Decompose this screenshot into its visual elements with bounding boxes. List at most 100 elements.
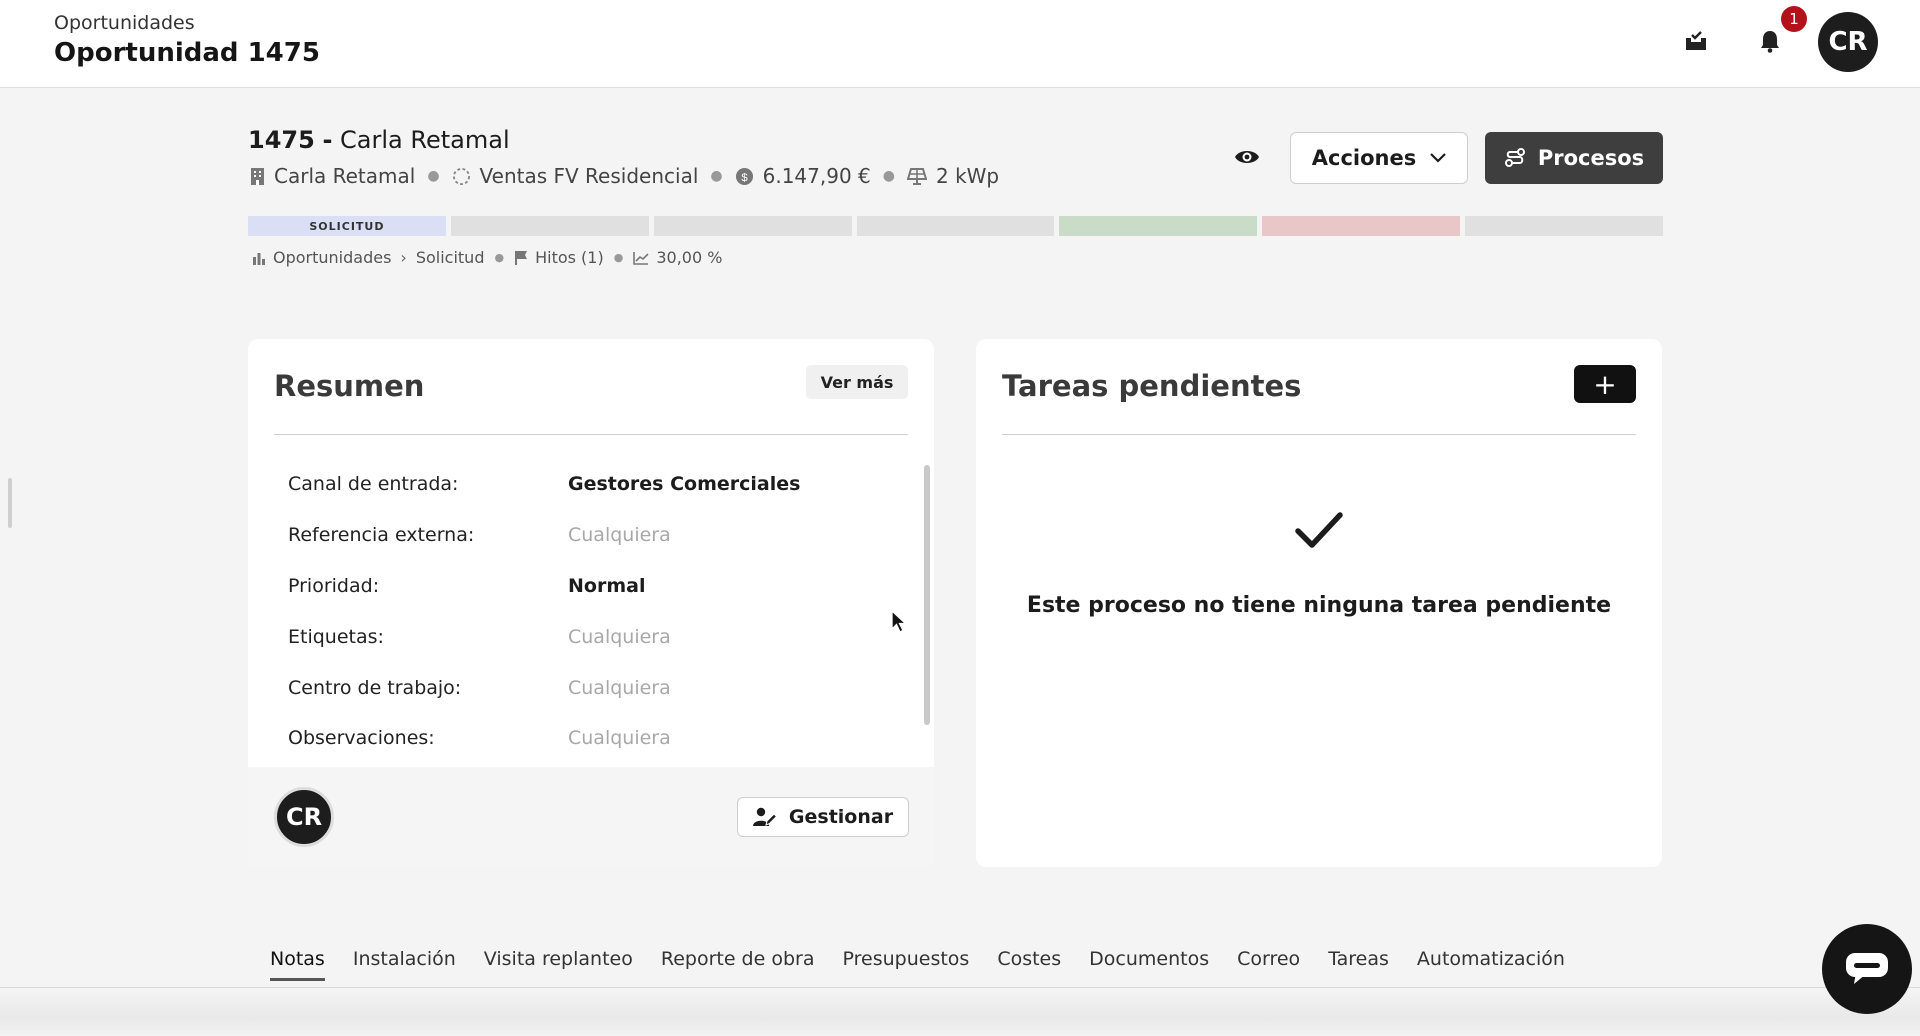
stage-segment[interactable]: [1465, 216, 1664, 236]
record-title: 1475 - Carla Retamal: [248, 126, 510, 154]
summary-row: Etiquetas: Cualquiera: [288, 611, 848, 662]
chat-button[interactable]: [1822, 924, 1912, 1014]
summary-fields: Canal de entrada: Gestores Comerciales Ref…: [288, 459, 848, 764]
page-title: Oportunidad 1475: [54, 38, 320, 68]
manage-button[interactable]: Gestionar: [737, 797, 909, 837]
meta-amount: $ 6.147,90 €: [735, 164, 871, 188]
scrollbar-thumb[interactable]: [924, 465, 930, 725]
see-more-button[interactable]: Ver más: [806, 365, 908, 399]
submeta-milestones[interactable]: Hitos (1): [514, 248, 604, 267]
submeta-probability-label: 30,00 %: [656, 248, 723, 267]
tab-presupuestos[interactable]: Presupuestos: [843, 948, 970, 981]
summary-card: Resumen Ver más Canal de entrada: Gestore…: [248, 339, 934, 867]
record-submeta: Oportunidades › Solicitud ● Hitos (1) ● …: [252, 248, 722, 267]
owner-avatar[interactable]: CR: [274, 787, 334, 847]
stage-segment[interactable]: SOLICITUD: [248, 216, 446, 236]
empty-tasks-message: Este proceso no tiene ninguna tarea pend…: [1026, 593, 1612, 618]
submeta-probability: 30,00 %: [633, 248, 722, 267]
field-label: Referencia externa:: [288, 524, 475, 547]
svg-text:$: $: [741, 171, 748, 183]
summary-row: Canal de entrada: Gestores Comerciales: [288, 459, 848, 510]
meta-power: 2 kWp: [906, 164, 1000, 188]
field-value[interactable]: Cualquiera: [568, 677, 671, 699]
submeta-milestones-label: Hitos (1): [535, 248, 604, 267]
stage-segment[interactable]: [450, 216, 649, 236]
solar-panel-icon: [906, 167, 927, 185]
chevron-down-icon: [1430, 153, 1447, 163]
inbox-check-icon[interactable]: [1681, 26, 1711, 56]
field-value[interactable]: Cualquiera: [568, 727, 671, 749]
field-label: Observaciones:: [288, 727, 435, 750]
tasks-title: Tareas pendientes: [1002, 369, 1302, 403]
chevron-right-icon: ›: [400, 248, 407, 267]
content-area: [0, 990, 1920, 1036]
tab-instalación[interactable]: Instalación: [353, 948, 456, 981]
record-number: 1475: [248, 126, 315, 154]
tab-correo[interactable]: Correo: [1237, 948, 1300, 981]
notification-badge: 1: [1781, 6, 1807, 32]
bar-chart-icon: [253, 252, 265, 265]
chat-icon: [1846, 953, 1888, 984]
submeta-stage[interactable]: Solicitud: [416, 248, 485, 267]
building-icon: [251, 167, 264, 185]
eye-icon[interactable]: [1230, 144, 1264, 170]
tab-visita-replanteo[interactable]: Visita replanteo: [484, 948, 633, 981]
stage-segment[interactable]: [1059, 216, 1258, 236]
coin-icon: $: [735, 167, 753, 185]
meta-power-label: 2 kWp: [935, 164, 1000, 188]
tabs-divider: [0, 987, 1920, 988]
field-value[interactable]: Normal: [568, 575, 645, 597]
record-name: Carla Retamal: [340, 126, 510, 154]
summary-row: Prioridad: Normal: [288, 561, 848, 612]
tab-reporte-de-obra[interactable]: Reporte de obra: [661, 948, 815, 981]
tab-costes[interactable]: Costes: [997, 948, 1061, 981]
manage-label: Gestionar: [788, 806, 894, 828]
stage-segment[interactable]: [856, 216, 1055, 236]
user-edit-icon: [752, 807, 777, 826]
divider: [1002, 434, 1636, 435]
top-bar: Oportunidades Oportunidad 1475 1 CR: [0, 0, 1920, 88]
add-task-button[interactable]: +: [1574, 365, 1636, 403]
bell-icon[interactable]: [1755, 26, 1785, 56]
tab-automatización[interactable]: Automatización: [1417, 948, 1565, 981]
tasks-card: Tareas pendientes + Este proceso no tien…: [976, 339, 1662, 867]
field-value[interactable]: Cualquiera: [568, 626, 671, 648]
meta-pipeline-label: Ventas FV Residencial: [479, 164, 699, 188]
user-avatar[interactable]: CR: [1818, 12, 1878, 72]
meta-separator: ●: [882, 168, 895, 184]
submeta-separator: ●: [613, 251, 624, 264]
field-label: Canal de entrada:: [288, 473, 459, 496]
tab-tareas[interactable]: Tareas: [1328, 948, 1389, 981]
stage-segment[interactable]: [653, 216, 852, 236]
submeta-separator: ●: [494, 251, 505, 264]
record-meta: Carla Retamal ● Ventas FV Residencial ● …: [250, 164, 999, 188]
processes-label: Procesos: [1537, 146, 1645, 170]
field-label: Centro de trabajo:: [288, 676, 462, 699]
field-value[interactable]: Gestores Comerciales: [568, 473, 800, 495]
record-separator: -: [322, 126, 333, 154]
summary-row: Observaciones: Cualquiera: [288, 713, 848, 764]
meta-client[interactable]: Carla Retamal: [250, 164, 415, 188]
divider: [274, 434, 908, 435]
stage-segment[interactable]: [1262, 216, 1461, 236]
tab-notas[interactable]: Notas: [270, 948, 325, 981]
record-tabs: Notas Instalación Visita replanteo Reporte …: [270, 948, 1565, 981]
meta-pipeline[interactable]: Ventas FV Residencial: [452, 164, 699, 188]
workflow-icon: [1504, 148, 1525, 167]
meta-separator: ●: [427, 168, 440, 184]
submeta-section[interactable]: Oportunidades: [252, 248, 391, 267]
actions-label: Acciones: [1311, 146, 1417, 170]
summary-row: Referencia externa: Cualquiera: [288, 510, 848, 561]
tab-documentos[interactable]: Documentos: [1089, 948, 1209, 981]
summary-footer: CR Gestionar: [248, 767, 934, 867]
meta-separator: ●: [710, 168, 723, 184]
breadcrumb[interactable]: Oportunidades: [54, 12, 195, 34]
side-handle[interactable]: [8, 478, 12, 528]
meta-amount-label: 6.147,90 €: [762, 164, 871, 188]
field-value[interactable]: Cualquiera: [568, 524, 671, 546]
processes-button[interactable]: Procesos: [1485, 132, 1663, 184]
flag-icon: [515, 251, 528, 265]
spinner-icon: [452, 167, 470, 185]
actions-button[interactable]: Acciones: [1290, 132, 1468, 184]
field-label: Etiquetas:: [288, 625, 384, 648]
